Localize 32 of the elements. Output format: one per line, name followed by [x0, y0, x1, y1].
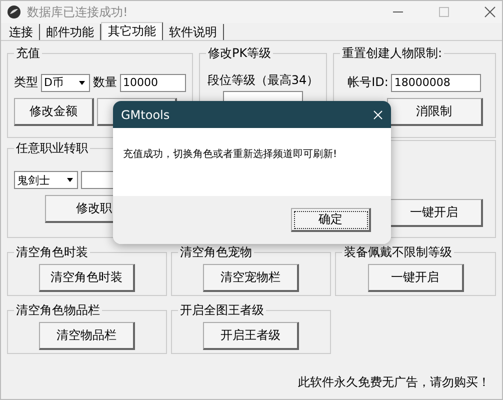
cancel-limit-button[interactable]: 消限制: [386, 98, 482, 126]
tab[interactable]: 连接: [3, 24, 40, 40]
group-title: 重置创建人物限制:: [341, 45, 444, 62]
modify-amount-button[interactable]: 修改金额: [14, 98, 94, 126]
amount-label: 数量: [93, 74, 117, 91]
action-button[interactable]: 清空宠物栏: [203, 264, 299, 292]
group-title: 修改PK等级: [207, 45, 272, 62]
group-title: 开启全图王者级: [179, 302, 265, 319]
group-title: 充值: [15, 45, 41, 62]
dialog-title: GMtools: [121, 108, 170, 122]
type-label: 类型: [14, 74, 38, 91]
footer-note: 此软件永久免费无广告，请勿购买！: [298, 375, 490, 389]
type-dropdown[interactable]: D币: [41, 74, 90, 92]
dialog-message: 充值成功，切换角色或者重新选择频道即可刷新!: [123, 149, 338, 160]
group-title: 清空角色时装: [15, 244, 89, 261]
account-label: 帐号ID:: [348, 74, 388, 91]
group-title: 装备佩戴不限制等级: [343, 244, 453, 261]
action-button[interactable]: 清空物品栏: [39, 322, 135, 350]
group-title: 清空角色物品栏: [15, 302, 101, 319]
tab[interactable]: 其它功能: [101, 22, 163, 40]
amount-field[interactable]: 10000: [120, 74, 186, 92]
job-dropdown[interactable]: 鬼剑士: [14, 171, 78, 189]
group-title: 清空角色宠物: [179, 244, 253, 261]
tab[interactable]: 软件说明: [163, 24, 224, 40]
account-field[interactable]: 18000008: [391, 74, 482, 92]
ok-button[interactable]: 确定: [291, 208, 371, 232]
action-button[interactable]: 清空角色时装: [39, 264, 135, 292]
action-button[interactable]: 一键开启: [368, 264, 464, 292]
window-title: 数据库已连接成功!: [27, 4, 129, 20]
rank-label: 段位等级（最高34）: [207, 72, 319, 89]
action-button[interactable]: 开启王者级: [203, 322, 299, 350]
group-title: 任意职业转职: [15, 140, 89, 157]
